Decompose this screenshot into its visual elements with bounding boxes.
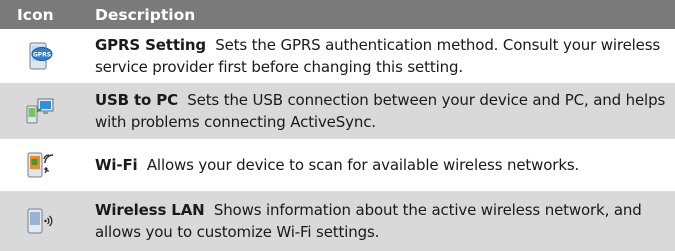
row-text: Allows your device to scan for available… [146,156,580,174]
row-title: Wi-Fi [95,156,138,174]
description-column-header: Description [95,5,196,24]
row-description: USB to PC Sets the USB connection betwee… [80,89,675,133]
usb-to-pc-icon [0,97,80,125]
row-description: Wireless LAN Shows information about the… [80,199,675,243]
table-row-wireless-lan: Wireless LAN Shows information about the… [0,191,675,251]
table-row-wifi: Wi-Fi Allows your device to scan for ava… [0,139,675,191]
row-title: GPRS Setting [95,36,206,54]
settings-icon-table: Icon Description GPRS GPRS Setting Sets … [0,0,675,251]
icon-column-header: Icon [17,5,54,24]
row-title: Wireless LAN [95,201,205,219]
gprs-icon-label: GPRS [33,51,51,58]
gprs-setting-icon: GPRS [0,42,80,70]
row-text: Sets the USB connection between your dev… [95,91,666,131]
table-row-usb-to-pc: USB to PC Sets the USB connection betwee… [0,83,675,139]
table-row-gprs-setting: GPRS GPRS Setting Sets the GPRS authenti… [0,29,675,83]
table-header: Icon Description [0,0,675,29]
wireless-lan-icon [0,207,80,235]
row-title: USB to PC [95,91,178,109]
row-description: GPRS Setting Sets the GPRS authenticatio… [80,34,675,78]
row-description: Wi-Fi Allows your device to scan for ava… [80,154,587,176]
wifi-icon [0,151,80,179]
